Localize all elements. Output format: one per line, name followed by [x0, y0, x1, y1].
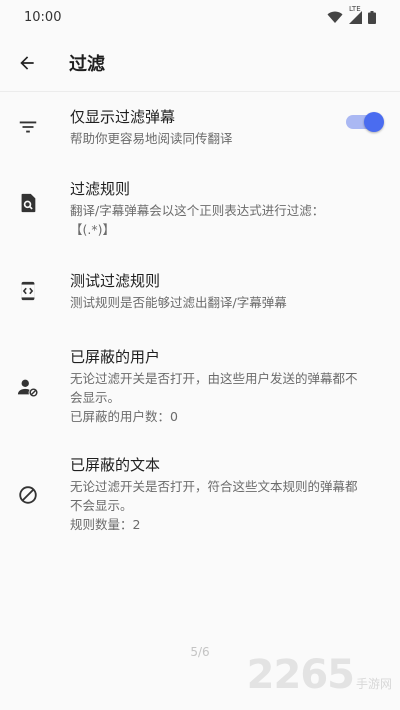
summary-line: 无论过滤开关是否打开，由这些用户发送的弹幕都不: [70, 371, 358, 386]
setting-summary: 测试规则是否能够过滤出翻译/字幕弹幕: [70, 295, 287, 310]
setting-summary: 无论过滤开关是否打开，符合这些文本规则的弹幕都 不会显示。 规则数量：2: [70, 477, 386, 534]
setting-blocked-users[interactable]: 已屏蔽的用户 无论过滤开关是否打开，由这些用户发送的弹幕都不 会显示。 已屏蔽的…: [0, 335, 400, 447]
setting-summary: 帮助你更容易地阅读同传翻译: [70, 131, 233, 146]
app-bar: 过滤: [0, 34, 400, 92]
status-time: 10:00: [24, 9, 62, 25]
show-filtered-only-toggle[interactable]: [346, 112, 384, 132]
blocked-users-count: 已屏蔽的用户数：0: [70, 409, 178, 424]
status-bar: 10:00 LTE: [0, 0, 400, 34]
block-icon: [16, 483, 40, 507]
setting-test-filter-rule[interactable]: 测试过滤规则 测试规则是否能够过滤出翻译/字幕弹幕: [0, 261, 400, 335]
filter-regex-value: 【(.*)】: [70, 222, 115, 237]
setting-title: 已屏蔽的文本: [70, 456, 161, 474]
summary-line: 不会显示。: [70, 498, 133, 513]
page-title: 过滤: [69, 53, 105, 75]
rule-count: 规则数量：2: [70, 517, 141, 532]
battery-icon: [368, 10, 376, 24]
network-type-label: LTE: [349, 4, 361, 13]
watermark-text: 手游网: [355, 677, 392, 691]
code-device-icon: [16, 279, 40, 303]
setting-summary: 翻译/字幕弹幕会以这个正则表达式进行过滤： 【(.*)】: [70, 201, 386, 239]
cell-signal-icon: LTE: [349, 5, 362, 24]
setting-title: 仅显示过滤弹幕: [70, 108, 176, 126]
setting-show-filtered-only[interactable]: 仅显示过滤弹幕 帮助你更容易地阅读同传翻译: [0, 93, 400, 173]
summary-line: 会显示。: [70, 390, 121, 405]
setting-filter-rule[interactable]: 过滤规则 翻译/字幕弹幕会以这个正则表达式进行过滤： 【(.*)】: [0, 173, 400, 261]
setting-title: 测试过滤规则: [70, 272, 161, 290]
settings-list: 仅显示过滤弹幕 帮助你更容易地阅读同传翻译 过滤规则 翻译/字幕弹幕会以这个正则…: [0, 93, 400, 559]
watermark-logo: 2265 手游网: [247, 652, 392, 698]
setting-title: 过滤规则: [70, 180, 131, 198]
summary-line: 翻译/字幕弹幕会以这个正则表达式进行过滤：: [70, 203, 325, 218]
find-in-page-icon: [16, 191, 40, 215]
summary-line: 无论过滤开关是否打开，符合这些文本规则的弹幕都: [70, 479, 358, 494]
status-icons: LTE: [327, 5, 376, 24]
watermark-number: 2265: [246, 652, 355, 698]
setting-title: 已屏蔽的用户: [70, 348, 161, 366]
wifi-icon: [327, 11, 343, 23]
setting-summary: 无论过滤开关是否打开，由这些用户发送的弹幕都不 会显示。 已屏蔽的用户数：0: [70, 369, 386, 426]
toggle-knob: [364, 112, 384, 132]
setting-blocked-text[interactable]: 已屏蔽的文本 无论过滤开关是否打开，符合这些文本规则的弹幕都 不会显示。 规则数…: [0, 447, 400, 559]
filter-list-icon: [16, 115, 40, 139]
back-button[interactable]: [7, 43, 47, 83]
arrow-back-icon: [20, 55, 34, 70]
person-off-icon: [16, 375, 40, 399]
